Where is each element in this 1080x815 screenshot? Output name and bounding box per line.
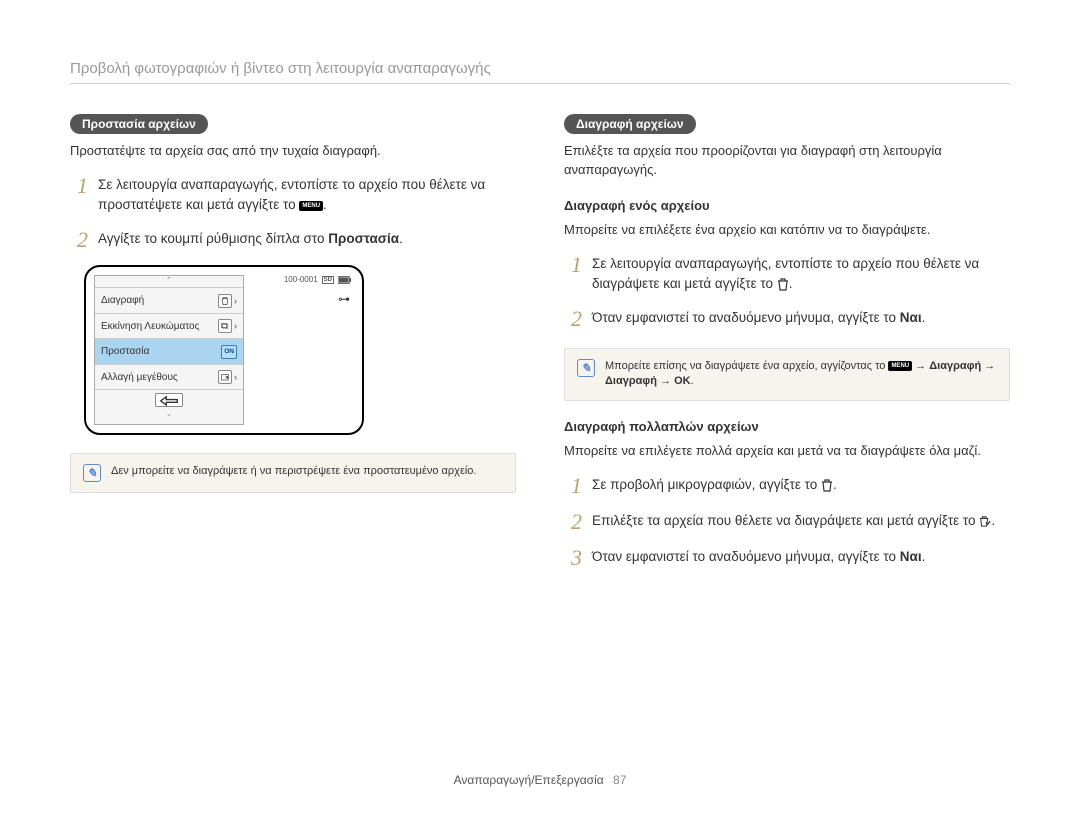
chevron-right-icon: › (234, 372, 237, 382)
note-fragment: . (691, 375, 694, 387)
delete-single-intro: Μπορείτε να επιλέξετε ένα αρχείο και κατ… (564, 221, 1010, 240)
step-text: Όταν εμφανιστεί το αναδυόμενο μήνυμα, αγ… (592, 547, 1010, 569)
step-text-fragment: . (922, 549, 926, 564)
camera-menu-list: ˆ Διαγραφή › Εκκίνηση Λευκώματος (94, 275, 244, 425)
note-bold: Διαγραφή (929, 360, 981, 372)
step-number: 1 (70, 175, 88, 216)
step-number: 2 (70, 229, 88, 251)
camera-ui-mock: ˆ Διαγραφή › Εκκίνηση Λευκώματος (84, 265, 364, 435)
toggle-on[interactable]: ON (221, 345, 237, 359)
page-number: 87 (613, 773, 626, 787)
step-text-fragment: Όταν εμφανιστεί το αναδυόμενο μήνυμα, αγ… (592, 549, 900, 564)
note-icon: ✎ (83, 464, 101, 482)
scroll-up-icon[interactable]: ˆ (95, 276, 243, 287)
note-fragment: Μπορείτε επίσης να διαγράψετε ένα αρχείο… (605, 360, 888, 372)
arrow-sep: → (657, 375, 674, 387)
album-icon (218, 319, 232, 333)
delete-single-subhead: Διαγραφή ενός αρχείου (564, 198, 1010, 213)
arrow-sep: → (915, 360, 929, 372)
delete-multi-step-3: 3 Όταν εμφανιστεί το αναδυόμενο μήνυμα, … (564, 547, 1010, 569)
step-text: Σε λειτουργία αναπαραγωγής, εντοπίστε το… (592, 254, 1010, 295)
menu-item-label: Αλλαγή μεγέθους (101, 372, 178, 383)
step-text-bold: Ναι (900, 310, 922, 325)
step-text: Αγγίξτε το κουμπί ρύθμισης δίπλα στο Προ… (98, 229, 516, 251)
step-number: 3 (564, 547, 582, 569)
step-number: 1 (564, 254, 582, 295)
step-text: Επιλέξτε τα αρχεία που θέλετε να διαγράψ… (592, 511, 1010, 533)
menu-item-resize[interactable]: Αλλαγή μεγέθους › (95, 364, 243, 390)
chevron-right-icon: › (234, 321, 237, 331)
lock-icon (338, 291, 350, 306)
delete-multi-step-1: 1 Σε προβολή μικρογραφιών, αγγίξτε το . (564, 475, 1010, 497)
protect-intro: Προστατέψτε τα αρχεία σας από την τυχαία… (70, 142, 516, 161)
step-text-fragment: Αγγίξτε το κουμπί ρύθμισης δίπλα στο (98, 231, 328, 246)
trash-check-icon (979, 514, 991, 528)
content-columns: Προστασία αρχείων Προστατέψτε τα αρχεία … (70, 114, 1010, 583)
page-title: Προβολή φωτογραφιών ή βίντεο στη λειτουρ… (70, 60, 1010, 84)
trash-icon (777, 277, 789, 291)
step-text-fragment: Σε προβολή μικρογραφιών, αγγίξτε το (592, 477, 821, 492)
ok-label: OK (674, 375, 691, 387)
step-number: 2 (564, 308, 582, 330)
step-text: Σε λειτουργία αναπαραγωγής, εντοπίστε το… (98, 175, 516, 216)
step-text-fragment: Σε λειτουργία αναπαραγωγής, εντοπίστε το… (98, 177, 485, 212)
file-index: 100-0001 (284, 275, 318, 284)
step-number: 2 (564, 511, 582, 533)
step-text-fragment: . (399, 231, 403, 246)
arrow-sep: → (981, 360, 995, 372)
chevron-right-icon: › (234, 296, 237, 306)
menu-item-delete[interactable]: Διαγραφή › (95, 287, 243, 313)
step-text-fragment: Όταν εμφανιστεί το αναδυόμενο μήνυμα, αγ… (592, 310, 900, 325)
protect-step-1: 1 Σε λειτουργία αναπαραγωγής, εντοπίστε … (70, 175, 516, 216)
footer-section: Αναπαραγωγή/Επεξεργασία (454, 773, 604, 787)
delete-single-step-1: 1 Σε λειτουργία αναπαραγωγής, εντοπίστε … (564, 254, 1010, 295)
page-footer: Αναπαραγωγή/Επεξεργασία 87 (0, 773, 1080, 787)
protect-files-heading: Προστασία αρχείων (70, 114, 208, 134)
scroll-down-icon[interactable]: ˇ (95, 413, 243, 424)
left-column: Προστασία αρχείων Προστατέψτε τα αρχεία … (70, 114, 516, 583)
note-text: Δεν μπορείτε να διαγράψετε ή να περιστρέ… (111, 464, 476, 479)
note-protected-file: ✎ Δεν μπορείτε να διαγράψετε ή να περιστ… (70, 453, 516, 493)
delete-files-heading: Διαγραφή αρχείων (564, 114, 696, 134)
step-text-bold: Προστασία (328, 231, 399, 246)
menu-back[interactable] (95, 389, 243, 413)
step-text: Σε προβολή μικρογραφιών, αγγίξτε το . (592, 475, 1010, 497)
delete-multi-subhead: Διαγραφή πολλαπλών αρχείων (564, 419, 1010, 434)
step-text-fragment: . (323, 197, 327, 212)
step-text-fragment: Επιλέξτε τα αρχεία που θέλετε να διαγράψ… (592, 513, 979, 528)
resize-icon (218, 370, 232, 384)
protect-step-2: 2 Αγγίξτε το κουμπί ρύθμισης δίπλα στο Π… (70, 229, 516, 251)
back-icon (155, 393, 183, 407)
trash-icon (218, 294, 232, 308)
menu-item-album[interactable]: Εκκίνηση Λευκώματος › (95, 313, 243, 339)
sd-card-icon: SD (322, 276, 334, 284)
menu-icon: MENU (888, 361, 912, 371)
delete-intro: Επιλέξτε τα αρχεία που προορίζονται για … (564, 142, 1010, 180)
step-text: Όταν εμφανιστεί το αναδυόμενο μήνυμα, αγ… (592, 308, 1010, 330)
step-text-bold: Ναι (900, 549, 922, 564)
camera-status-area: 100-0001 SD (244, 275, 354, 425)
trash-icon (821, 478, 833, 492)
note-bold: Διαγραφή (605, 375, 657, 387)
menu-item-label: Εκκίνηση Λευκώματος (101, 321, 199, 332)
step-number: 1 (564, 475, 582, 497)
menu-item-protect[interactable]: Προστασία ON (95, 338, 243, 364)
delete-single-step-2: 2 Όταν εμφανιστεί το αναδυόμενο μήνυμα, … (564, 308, 1010, 330)
note-icon: ✎ (577, 359, 595, 377)
delete-multi-step-2: 2 Επιλέξτε τα αρχεία που θέλετε να διαγρ… (564, 511, 1010, 533)
step-text-fragment: . (922, 310, 926, 325)
menu-icon: MENU (299, 201, 323, 211)
menu-item-label: Προστασία (101, 346, 149, 357)
battery-icon (338, 276, 352, 284)
menu-item-label: Διαγραφή (101, 295, 144, 306)
delete-multi-intro: Μπορείτε να επιλέγετε πολλά αρχεία και μ… (564, 442, 1010, 461)
right-column: Διαγραφή αρχείων Επιλέξτε τα αρχεία που … (564, 114, 1010, 583)
note-text: Μπορείτε επίσης να διαγράψετε ένα αρχείο… (605, 359, 997, 390)
note-delete-via-menu: ✎ Μπορείτε επίσης να διαγράψετε ένα αρχε… (564, 348, 1010, 401)
